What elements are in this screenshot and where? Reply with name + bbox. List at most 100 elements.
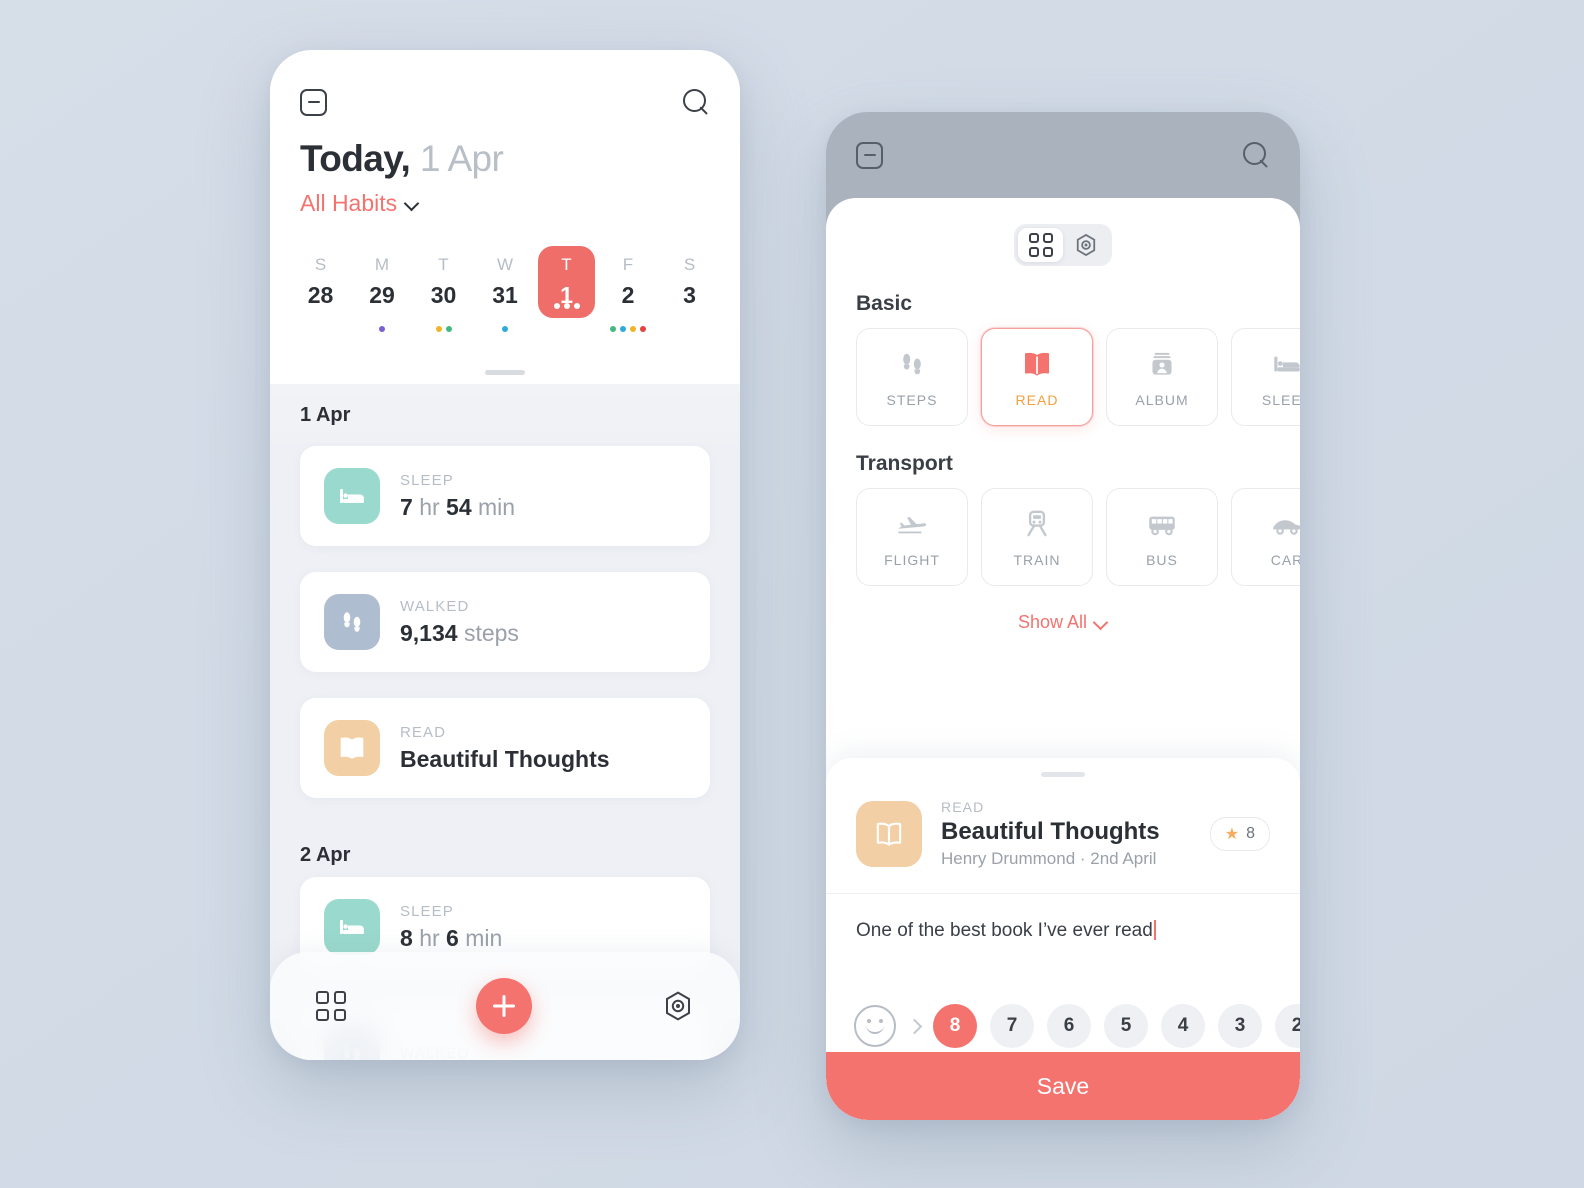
category-icon (1270, 506, 1300, 542)
score-chip-2[interactable]: 2 (1275, 1004, 1300, 1048)
category-icon (895, 506, 929, 542)
hexagon-target-icon (1076, 233, 1095, 257)
section-header-sticky: 1 Apr (270, 384, 740, 443)
left-topbar: Today, 1 Apr All Habits S 28 M 29 T 30 W 31 T 1 F 2… (270, 50, 740, 332)
save-label: Save (1036, 1072, 1090, 1099)
habit-card[interactable]: READ Beautiful Thoughts (300, 698, 710, 798)
show-all-label: Show All (1017, 612, 1088, 632)
category-icon (1145, 506, 1179, 542)
habit-value: 8 hr 6 min (400, 924, 503, 951)
week-day-31[interactable]: W 31 (477, 246, 534, 332)
week-day-29[interactable]: M 29 (354, 246, 411, 332)
chevron-down-icon (1095, 617, 1108, 630)
habit-icon-tile (324, 594, 380, 650)
minus-box-icon[interactable] (300, 88, 327, 116)
plane-icon (898, 517, 927, 534)
chevron-down-icon (406, 198, 419, 211)
save-button[interactable]: Save (826, 1052, 1300, 1120)
score-chip-8[interactable]: 8 (933, 1004, 977, 1048)
habit-label: SLEEP (400, 902, 454, 920)
category-tile-train[interactable]: TRAIN (981, 488, 1093, 586)
category-label: STEPS (886, 392, 938, 408)
week-day-dow: F (622, 255, 634, 274)
category-group-title: Transport (856, 452, 953, 475)
category-tile-album[interactable]: ALBUM (1106, 328, 1218, 426)
page-title-main: Today, (300, 138, 411, 179)
hexagon-target-icon[interactable] (662, 990, 694, 1022)
score-chip-3[interactable]: 3 (1218, 1004, 1262, 1048)
habit-icon-tile (324, 899, 380, 955)
page-title-date: 1 Apr (419, 138, 504, 179)
habit-card[interactable]: WALKED 9,134 steps (300, 572, 710, 672)
search-icon[interactable] (1242, 141, 1270, 169)
view-mode-segmented-control (1014, 224, 1112, 266)
bus-icon (1149, 516, 1175, 536)
score-chip-6[interactable]: 6 (1047, 1004, 1091, 1048)
week-day-28[interactable]: S 28 (292, 246, 349, 318)
week-day-30[interactable]: T 30 (415, 246, 472, 332)
habit-filter-dropdown[interactable]: All Habits (300, 190, 419, 217)
score-chip-5[interactable]: 5 (1104, 1004, 1148, 1048)
show-all-button[interactable]: Show All (826, 586, 1300, 655)
week-day-num: 2 (621, 282, 635, 308)
bed-icon (1274, 356, 1300, 372)
category-tile-car[interactable]: CAR (1231, 488, 1300, 586)
category-tile-bus[interactable]: BUS (1106, 488, 1218, 586)
bottom-nav (270, 952, 740, 1060)
rating-badge[interactable]: ★ 8 (1209, 817, 1270, 851)
week-day-dow: T (438, 255, 449, 274)
minus-box-icon[interactable] (856, 141, 883, 169)
category-icon (1145, 346, 1179, 382)
habit-value: 9,134 steps (400, 619, 519, 646)
week-day-num: 29 (369, 282, 395, 308)
book-icon (876, 822, 902, 846)
category-tile-steps[interactable]: STEPS (856, 328, 968, 426)
category-label: ALBUM (1135, 392, 1189, 408)
week-day-dow: M (374, 255, 390, 274)
habit-text: READ Beautiful Thoughts (400, 724, 610, 773)
week-day-2[interactable]: F2 (600, 246, 657, 332)
week-day-dots (477, 326, 534, 332)
category-label: BUS (1146, 552, 1178, 568)
habit-card[interactable]: SLEEP 7 hr 54 min (300, 446, 710, 546)
car-icon (1273, 520, 1300, 535)
habit-icon-tile (324, 720, 380, 776)
week-day-num: 3 (683, 282, 696, 308)
habit-filter-label: All Habits (300, 190, 398, 216)
note-text: One of the best book I’ve ever read (856, 920, 1153, 941)
segment-grid-view[interactable] (1018, 228, 1063, 262)
category-tile-read[interactable]: READ (981, 328, 1093, 426)
week-strip: S 28 M 29 T 30 W 31 T 1 F 2 S 3 (292, 246, 718, 332)
habit-label: WALKED (400, 597, 470, 615)
category-sheet: Basic STEPS READ ALBUM SLEE Transport FL… (826, 198, 1300, 1120)
grid-icon (1028, 233, 1053, 257)
note-input[interactable]: One of the best book I’ve ever read (826, 894, 1300, 968)
score-chip-7[interactable]: 7 (990, 1004, 1034, 1048)
week-day-1[interactable]: T1 (538, 246, 595, 318)
add-button[interactable] (476, 978, 532, 1034)
week-day-dow: T (561, 255, 572, 274)
week-day-num: 30 (430, 282, 457, 308)
category-label: TRAIN (1013, 552, 1061, 568)
week-day-3[interactable]: S3 (661, 246, 718, 318)
habit-label: SLEEP (400, 471, 454, 489)
phone-left: Today, 1 Apr All Habits S 28 M 29 T 30 W 31 T 1 F 2… (270, 50, 740, 1060)
habit-label: READ (400, 723, 447, 741)
category-tile-flight[interactable]: FLIGHT (856, 488, 968, 586)
sleep-icon (340, 920, 364, 934)
score-chip-4[interactable]: 4 (1161, 1004, 1205, 1048)
book-icon (340, 737, 364, 759)
mood-icon[interactable] (854, 1005, 896, 1047)
phone-right: Basic STEPS READ ALBUM SLEE Transport FL… (826, 112, 1300, 1120)
habit-icon-tile (324, 468, 380, 524)
right-topbar (826, 112, 1300, 198)
segment-target-view[interactable] (1063, 228, 1108, 262)
category-tile-sleep[interactable]: SLEEP (1231, 328, 1300, 426)
chevron-right-icon[interactable] (906, 1018, 923, 1034)
detail-title: Beautiful Thoughts (941, 818, 1160, 845)
detail-kind: READ (941, 799, 985, 815)
grid-icon[interactable] (316, 991, 346, 1021)
search-icon[interactable] (682, 88, 710, 116)
sheet-handle[interactable] (485, 370, 525, 375)
category-label: CAR (1270, 552, 1300, 568)
